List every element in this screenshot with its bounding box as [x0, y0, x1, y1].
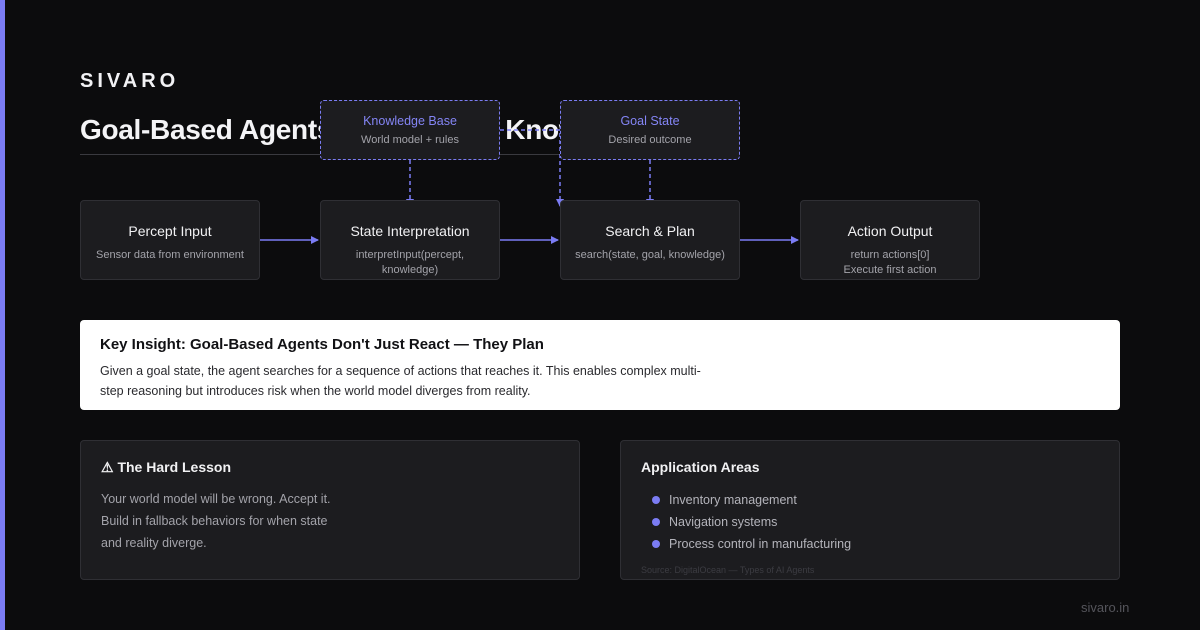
node-subtitle-2: Execute first action [843, 264, 937, 276]
node-goal-state: Goal State Desired outcome [560, 100, 740, 160]
node-title: Knowledge Base [363, 114, 457, 128]
footer-url: sivaro.in [1081, 600, 1130, 615]
node-search-plan: Search & Plan search(state, goal, knowle… [560, 200, 740, 280]
node-subtitle: interpretInput(percept, knowledge) [355, 249, 465, 276]
hard-lesson-title: ⚠ The Hard Lesson [101, 459, 232, 475]
application-areas-title: Application Areas [641, 459, 760, 475]
node-title: Search & Plan [605, 223, 695, 239]
node-title: Percept Input [128, 223, 212, 239]
node-title: State Interpretation [350, 223, 470, 239]
bullet-dot-icon [652, 518, 660, 526]
node-subtitle: World model + rules [361, 134, 459, 146]
source-citation: Source: DigitalOcean — Types of AI Agent… [641, 565, 815, 575]
node-percept-input: Percept Input Sensor data from environme… [80, 200, 260, 280]
list-item: Navigation systems [641, 511, 1099, 533]
list-item: Inventory management [641, 489, 1099, 511]
hard-lesson-body: Your world model will be wrong. Accept i… [101, 492, 331, 550]
node-title: Goal State [620, 114, 680, 128]
node-state-interpretation: State Interpretation interpretInput(perc… [320, 200, 500, 280]
node-subtitle: Desired outcome [608, 134, 692, 146]
node-subtitle: search(state, goal, knowledge) [575, 249, 725, 261]
node-subtitle: return actions[0] [850, 249, 930, 261]
application-areas-card: Application Areas Inventory management N… [620, 440, 1120, 580]
application-areas-list: Inventory management Navigation systems … [641, 489, 1099, 555]
insight-body: Given a goal state, the agent searches f… [100, 364, 701, 398]
bullet-dot-icon [652, 540, 660, 548]
node-knowledge-base: Knowledge Base World model + rules [320, 100, 500, 160]
node-subtitle: Sensor data from environment [96, 249, 244, 261]
insight-title: Key Insight: Goal-Based Agents Don't Jus… [100, 336, 544, 353]
list-item: Process control in manufacturing [641, 533, 1099, 555]
key-insight-callout: Key Insight: Goal-Based Agents Don't Jus… [80, 320, 1120, 410]
edge-knowledge-to-search [500, 129, 564, 207]
hard-lesson-card: ⚠ The Hard Lesson Your world model will … [80, 440, 580, 580]
node-action-output: Action Output return actions[0] Execute … [800, 200, 980, 280]
node-title: Action Output [847, 223, 933, 239]
bullet-dot-icon [652, 496, 660, 504]
